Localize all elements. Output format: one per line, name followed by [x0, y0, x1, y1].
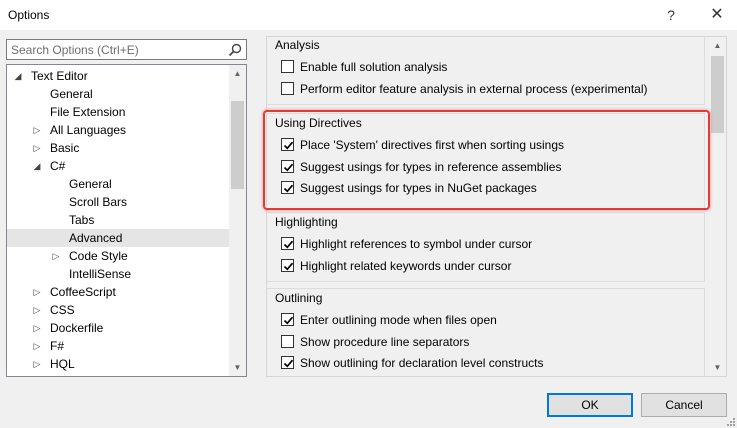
expand-arrow-icon[interactable]: ▷	[32, 121, 42, 139]
expand-arrow-icon[interactable]: ▷	[32, 355, 42, 373]
cancel-button[interactable]: Cancel	[641, 393, 727, 417]
tree-item[interactable]: ▷ Basic	[7, 139, 229, 157]
tree-item[interactable]: ▷ HQL	[7, 355, 229, 373]
tree-item-label: F#	[50, 339, 65, 353]
window-title: Options	[8, 8, 50, 22]
collapse-arrow-icon[interactable]: ◢	[13, 67, 23, 85]
group-title: Highlighting	[275, 215, 338, 229]
tree-item-label: HQL	[50, 357, 75, 371]
panel-scrollbar[interactable]: ▲ ▼	[709, 37, 726, 376]
scroll-down-arrow-icon[interactable]: ▼	[709, 359, 726, 376]
expand-arrow-icon[interactable]: ▷	[51, 247, 61, 265]
tree-item[interactable]: ◢ C#	[7, 157, 229, 175]
tree-item[interactable]: ▷ HTML	[7, 373, 229, 376]
tree-item[interactable]: Tabs	[7, 211, 229, 229]
expand-arrow-icon[interactable]: ▷	[32, 283, 42, 301]
tree-item[interactable]: ▷ Code Style	[7, 247, 229, 265]
tree-item[interactable]: ◢ Text Editor	[7, 67, 229, 85]
option-label: Enable full solution analysis	[300, 60, 448, 74]
expand-arrow-icon[interactable]: ▷	[32, 337, 42, 355]
tree-item[interactable]: General	[7, 175, 229, 193]
option-label: Perform editor feature analysis in exter…	[300, 81, 648, 96]
ok-button[interactable]: OK	[547, 393, 633, 417]
tree-item-label: Dockerfile	[50, 321, 104, 335]
tree-item[interactable]: ▷ Dockerfile	[7, 319, 229, 337]
tree-item-label: Code Style	[69, 249, 128, 263]
scroll-up-arrow-icon[interactable]: ▲	[709, 37, 726, 54]
expand-arrow-icon[interactable]: ▷	[32, 373, 42, 376]
tree-item[interactable]: ▷ All Languages	[7, 121, 229, 139]
search-icon[interactable]	[227, 42, 243, 58]
checkbox-checked[interactable]	[281, 237, 294, 250]
tree-item[interactable]: Advanced	[7, 229, 229, 247]
search-input[interactable]	[7, 40, 222, 59]
tree-item-label: General	[69, 177, 112, 191]
tree-item-label: General	[50, 87, 93, 101]
close-button[interactable]: ✕	[705, 4, 729, 26]
tree-item[interactable]: IntelliSense	[7, 265, 229, 283]
tree-item-label: IntelliSense	[69, 267, 132, 281]
tree-item-label: Scroll Bars	[69, 195, 128, 209]
checkbox-checked[interactable]	[281, 356, 294, 369]
tree-item-label: Advanced	[69, 231, 123, 245]
options-tree: ◢ Text Editor General File Extension ▷ All La…	[6, 64, 247, 377]
expand-arrow-icon[interactable]: ▷	[32, 319, 42, 337]
option-label: Enter outlining mode when files open	[300, 313, 497, 327]
checkbox-unchecked[interactable]	[281, 81, 294, 95]
tree-item[interactable]: ▷ F#	[7, 337, 229, 355]
collapse-arrow-icon[interactable]: ◢	[32, 157, 42, 175]
scroll-down-arrow-icon[interactable]: ▼	[229, 359, 246, 376]
checkbox-checked[interactable]	[281, 313, 294, 326]
tree-item-label: C#	[50, 159, 66, 173]
tree-item[interactable]: File Extension	[7, 103, 229, 121]
tree-item[interactable]: General	[7, 85, 229, 103]
tree-item-label: Tabs	[69, 213, 95, 227]
group-outlining: Outlining Enter outlining mode when files…	[267, 288, 705, 376]
group-title: Outlining	[275, 291, 323, 305]
search-box[interactable]	[6, 39, 247, 60]
tree-item[interactable]: ▷ CoffeeScript	[7, 283, 229, 301]
tree-item-label: Basic	[50, 141, 80, 155]
scrollbar-thumb[interactable]	[231, 101, 244, 189]
tree-item-label: HTML	[50, 373, 83, 376]
help-button[interactable]: ?	[659, 4, 683, 26]
highlight-annotation	[263, 110, 710, 210]
title-bar: Options ? ✕	[0, 0, 737, 30]
resize-grip-icon[interactable]	[727, 418, 735, 426]
group-analysis: Analysis Enable full solution analysis Per…	[267, 37, 705, 105]
tree-item-label: CoffeeScript	[50, 285, 116, 299]
tree-item-label: File Extension	[50, 105, 126, 119]
tree-item-label: CSS	[50, 303, 75, 317]
option-label: Highlight related keywords under cursor	[300, 258, 512, 273]
checkbox-checked[interactable]	[281, 258, 294, 272]
tree-item-label: All Languages	[50, 123, 127, 137]
tree-item[interactable]: Scroll Bars	[7, 193, 229, 211]
option-label: Show outlining for declaration level con…	[300, 356, 544, 370]
checkbox-unchecked[interactable]	[281, 334, 294, 348]
expand-arrow-icon[interactable]: ▷	[32, 139, 42, 157]
checkbox-unchecked[interactable]	[281, 60, 294, 73]
expand-arrow-icon[interactable]: ▷	[32, 301, 42, 319]
tree-scrollbar[interactable]: ▲ ▼	[229, 65, 246, 376]
tree-item-label: Text Editor	[31, 69, 88, 83]
scroll-up-arrow-icon[interactable]: ▲	[229, 65, 246, 82]
tree-item[interactable]: ▷ CSS	[7, 301, 229, 319]
scrollbar-thumb[interactable]	[711, 56, 724, 133]
option-label: Show procedure line separators	[300, 334, 470, 349]
option-label: Highlight references to symbol under cur…	[300, 237, 533, 251]
group-highlighting: Highlighting Highlight references to symb…	[267, 212, 705, 282]
group-title: Analysis	[275, 38, 320, 52]
